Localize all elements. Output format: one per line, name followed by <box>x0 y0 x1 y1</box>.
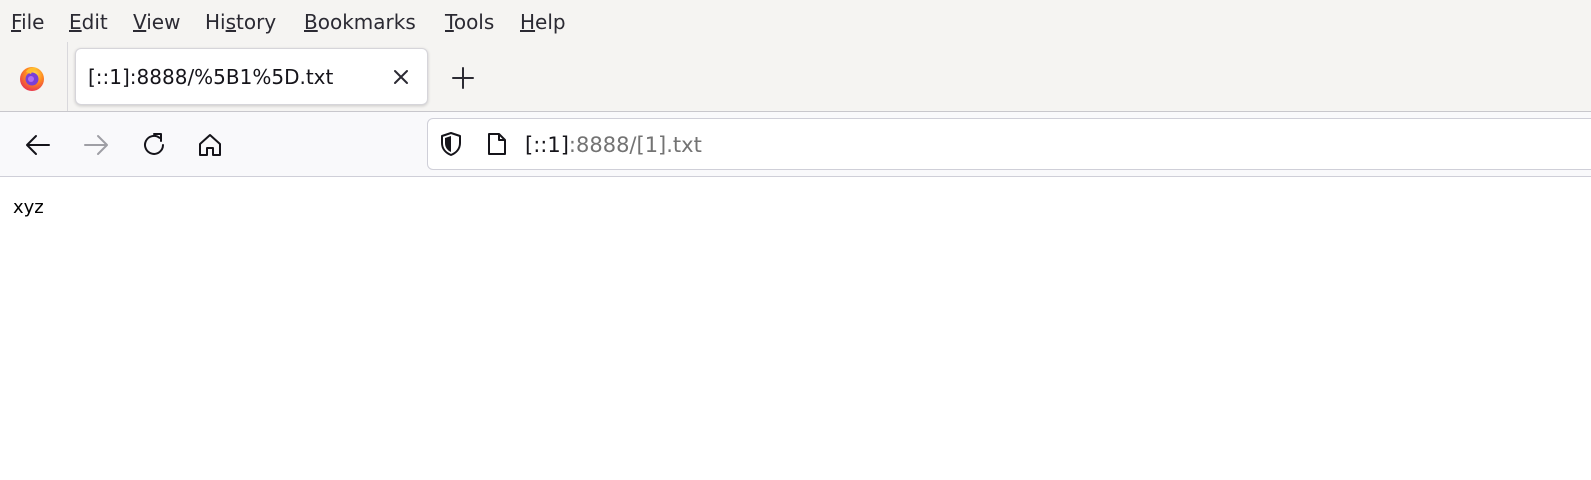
arrow-left-icon[interactable] <box>24 131 52 159</box>
tab-separator <box>67 42 68 111</box>
menu-bar: File Edit View History Bookmarks Tools H… <box>0 0 1591 42</box>
tab-title: [::1]:8888/%5B1%5D.txt <box>88 65 334 89</box>
menu-edit[interactable]: Edit <box>69 9 108 35</box>
menu-view[interactable]: View <box>133 9 180 35</box>
page-content: xyz <box>0 177 1591 480</box>
menu-history[interactable]: History <box>205 9 276 35</box>
navigation-toolbar: [::1]:8888/[1].txt <box>0 112 1591 177</box>
url-bar[interactable]: [::1]:8888/[1].txt <box>427 118 1591 170</box>
url-text[interactable]: [::1]:8888/[1].txt <box>525 131 702 159</box>
menu-file[interactable]: File <box>11 9 44 35</box>
menu-tools[interactable]: Tools <box>445 9 494 35</box>
tab-strip: [::1]:8888/%5B1%5D.txt <box>0 42 1591 112</box>
plus-icon[interactable] <box>450 65 476 91</box>
arrow-right-icon[interactable] <box>82 131 110 159</box>
file-text: xyz <box>13 197 44 218</box>
home-icon[interactable] <box>196 131 224 159</box>
url-host: [::1] <box>525 133 569 157</box>
firefox-icon[interactable] <box>14 60 50 96</box>
url-path: :8888/[1].txt <box>568 133 702 157</box>
page-icon[interactable] <box>484 131 510 157</box>
close-icon[interactable] <box>390 66 412 88</box>
shield-icon[interactable] <box>438 131 464 157</box>
menu-help[interactable]: Help <box>520 9 566 35</box>
browser-window: File Edit View History Bookmarks Tools H… <box>0 0 1591 480</box>
tab-active[interactable]: [::1]:8888/%5B1%5D.txt <box>75 48 428 105</box>
menu-bookmarks[interactable]: Bookmarks <box>304 9 416 35</box>
reload-icon[interactable] <box>140 131 168 159</box>
